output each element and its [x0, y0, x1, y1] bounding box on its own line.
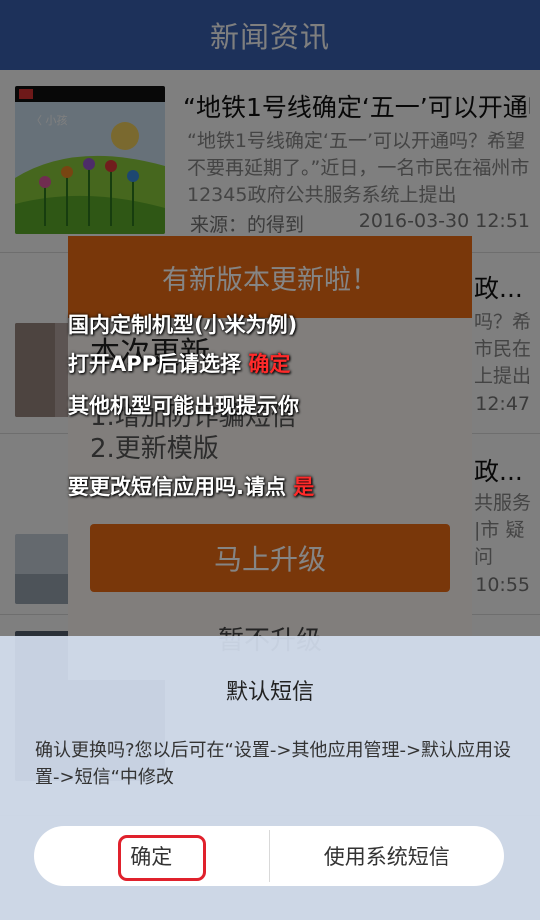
instruction-text: 打开APP后请选择 — [68, 352, 249, 376]
instruction-highlight: 确定 — [248, 352, 291, 376]
instruction-line: 要更改短信应用吗.请点 是 — [68, 471, 314, 501]
confirm-highlight-ring — [118, 835, 206, 881]
instruction-line: 打开APP后请选择 确定 — [68, 348, 290, 378]
instruction-line: 其他机型可能出现提示你 — [68, 394, 299, 418]
instruction-line: 国内定制机型(小米为例) — [68, 313, 298, 337]
default-sms-dialog: 默认短信 确认更换吗?您以后可在“设置->其他应用管理->默认应用设置->短信“… — [0, 636, 540, 920]
dialog-button-bar: 确定 使用系统短信 — [34, 826, 504, 886]
dialog-message: 确认更换吗?您以后可在“设置->其他应用管理->默认应用设置->短信“中修改 — [35, 740, 512, 788]
instruction-text: 要更改短信应用吗.请点 — [68, 475, 294, 499]
instruction-highlight: 是 — [293, 475, 315, 499]
dialog-title: 默认短信 — [225, 680, 314, 705]
update-dialog-dim — [68, 236, 472, 680]
use-system-sms-button[interactable]: 使用系统短信 — [270, 826, 505, 886]
